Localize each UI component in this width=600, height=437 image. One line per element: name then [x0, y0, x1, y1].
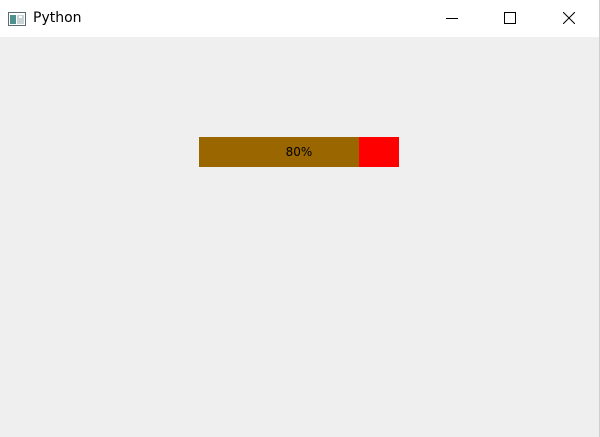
app-window: Python 80%: [0, 0, 600, 437]
maximize-icon: [504, 12, 516, 24]
window-title: Python: [33, 10, 82, 26]
close-icon: [563, 12, 575, 24]
minimize-button[interactable]: [429, 0, 475, 37]
progress-percentage-text: 80%: [285, 145, 313, 159]
app-window-icon: [8, 11, 26, 26]
progress-bar[interactable]: 80%: [199, 137, 399, 167]
title-bar[interactable]: Python: [0, 0, 599, 37]
close-button[interactable]: [546, 0, 592, 37]
client-area: 80%: [0, 37, 599, 437]
maximize-button[interactable]: [487, 0, 533, 37]
minimize-icon: [446, 18, 458, 19]
